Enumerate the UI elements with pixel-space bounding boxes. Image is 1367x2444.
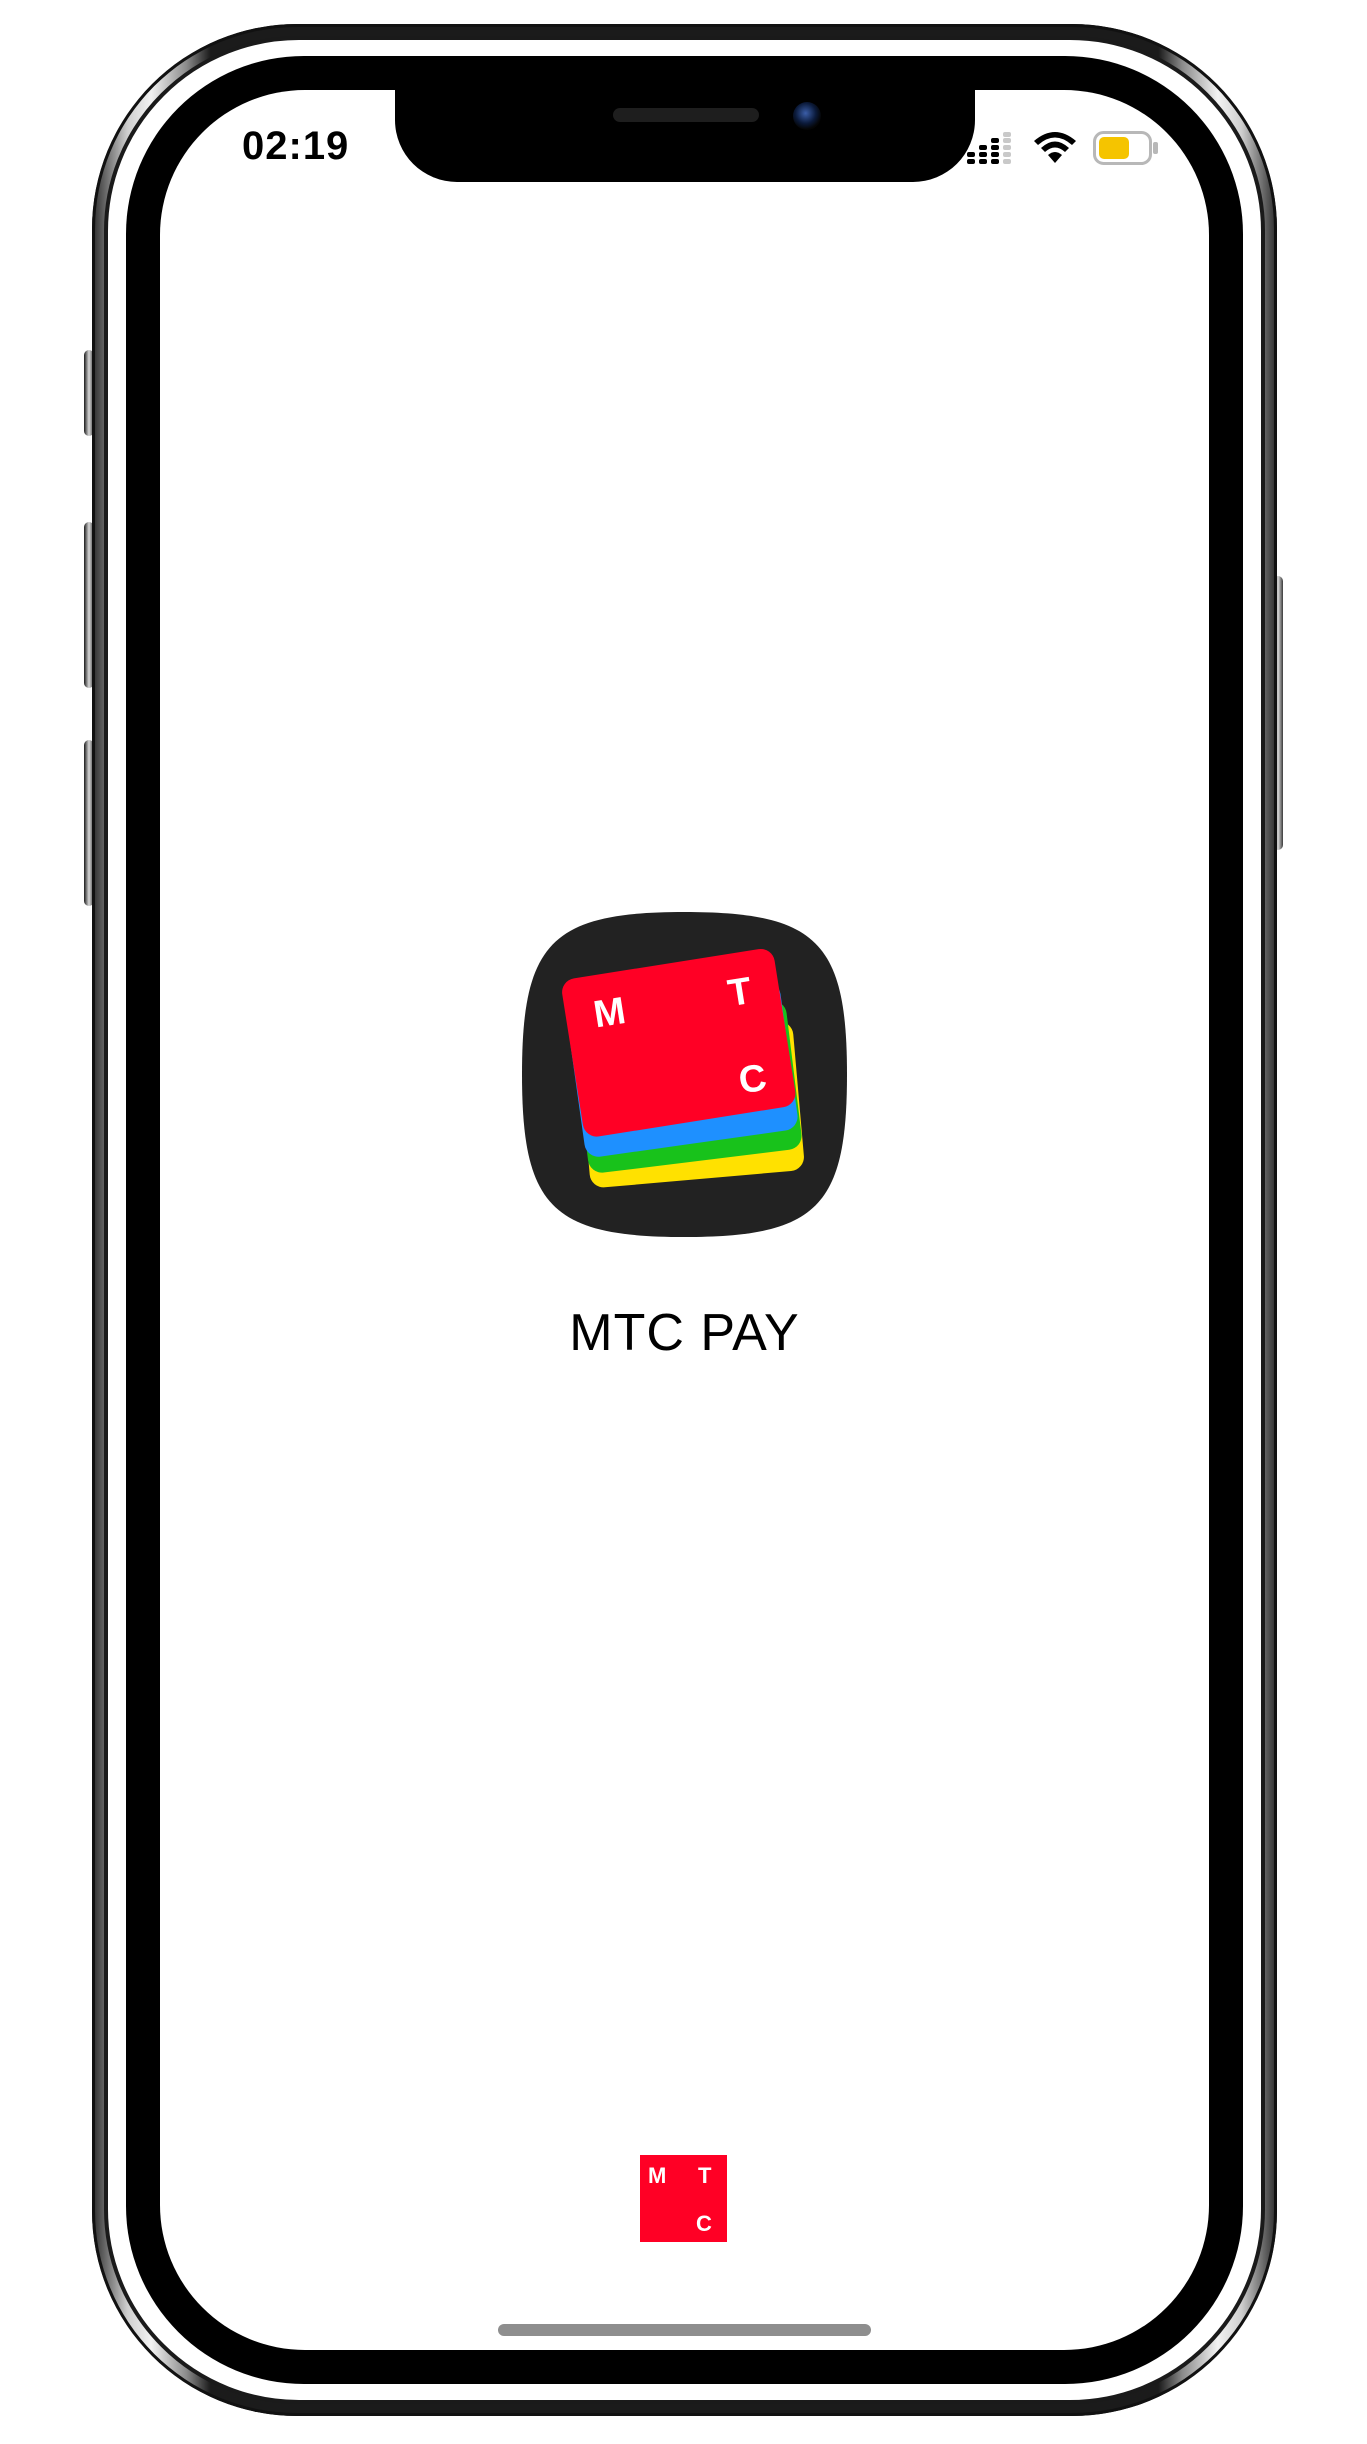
device-mockup: 02:19 M T C MTC PAY M T C	[0, 0, 1367, 2444]
cellular-signal-icon	[967, 132, 1011, 164]
front-camera	[793, 102, 821, 130]
svg-text:M: M	[591, 990, 629, 1036]
splash-content: M T C MTC PAY	[160, 912, 1209, 1363]
mts-brand-logo: M T C	[640, 2155, 727, 2242]
svg-text:C: C	[696, 2211, 712, 2236]
status-icons	[967, 130, 1159, 166]
phone-screen: 02:19 M T C MTC PAY M T C	[160, 90, 1209, 2350]
speaker-grille	[613, 108, 759, 122]
battery-icon	[1093, 131, 1158, 165]
home-indicator[interactable]	[498, 2324, 871, 2336]
wifi-icon	[1034, 132, 1076, 163]
notch	[395, 90, 975, 182]
svg-text:T: T	[698, 2163, 712, 2188]
mts-pay-app-icon: M T C	[522, 912, 847, 1237]
svg-text:M: M	[648, 2163, 666, 2188]
status-time: 02:19	[242, 124, 350, 168]
app-name-label: MTC PAY	[569, 1304, 800, 1362]
